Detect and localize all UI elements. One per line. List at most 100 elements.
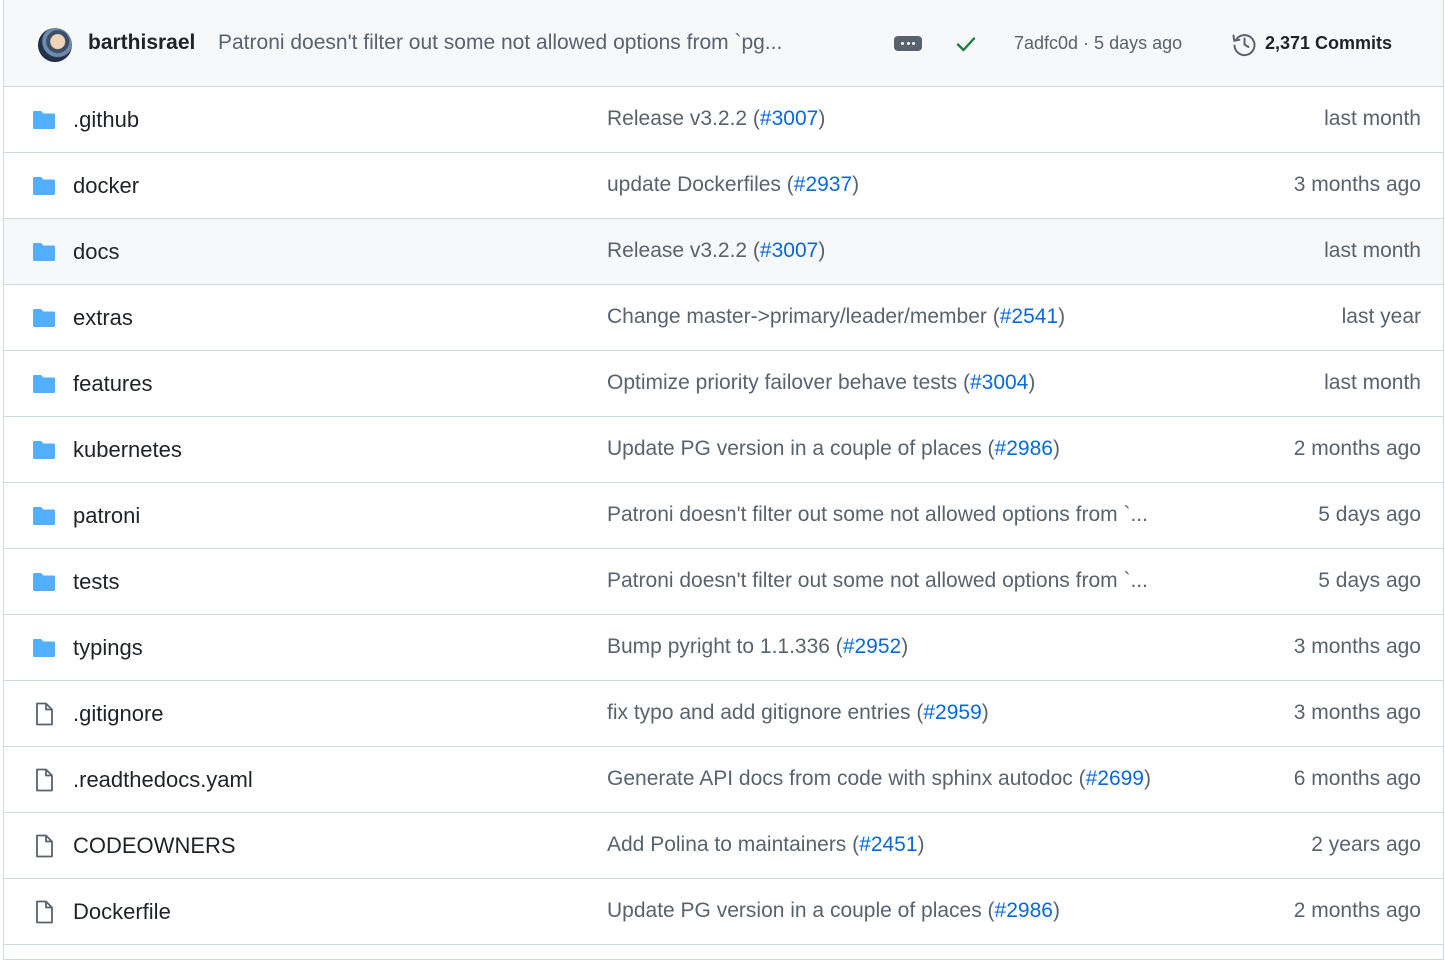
file-row-kubernetes[interactable]: kubernetes Update PG version in a couple… [4, 417, 1443, 483]
file-row-codeowners[interactable]: CODEOWNERS Add Polina to maintainers (#2… [4, 813, 1443, 879]
commit-message-tail: ) [1144, 767, 1151, 790]
file-name[interactable]: patroni [73, 503, 140, 529]
last-commit-message[interactable]: fix typo and add gitignore entries (#295… [607, 701, 989, 725]
last-commit-age: 3 months ago [1293, 173, 1421, 196]
file-row-docs[interactable]: docs Release v3.2.2 (#3007) last month [4, 219, 1443, 285]
commit-author[interactable]: barthisrael [88, 31, 195, 55]
latest-commit-message[interactable]: Patroni doesn't filter out some not allo… [218, 31, 868, 55]
commit-message-text[interactable]: Optimize priority failover behave tests … [607, 371, 970, 394]
file-row-github[interactable]: .github Release v3.2.2 (#3007) last mont… [4, 87, 1443, 153]
last-commit-message[interactable]: Patroni doesn't filter out some not allo… [607, 503, 1148, 527]
file-name[interactable]: extras [73, 305, 133, 331]
latest-commit-bar: barthisrael Patroni doesn't filter out s… [4, 0, 1443, 87]
file-row-typings[interactable]: typings Bump pyright to 1.1.336 (#2952) … [4, 615, 1443, 681]
commit-message-tail: ) [818, 239, 826, 262]
commit-message-text[interactable]: Release v3.2.2 ( [607, 107, 760, 130]
commit-message-text[interactable]: Generate API docs from code with sphinx … [607, 767, 1086, 790]
last-commit-age: 3 months ago [1293, 635, 1421, 658]
pull-request-link[interactable]: #2541 [1000, 305, 1058, 328]
last-commit-message[interactable]: Add Polina to maintainers (#2451) [607, 833, 925, 857]
pull-request-link[interactable]: #3007 [760, 239, 818, 262]
last-commit-message[interactable]: update Dockerfiles (#2937) [607, 173, 859, 197]
last-commit-age: last year [1341, 305, 1421, 328]
last-commit-message[interactable]: Release v3.2.2 (#3007) [607, 107, 825, 131]
commit-message-tail: ) [818, 107, 826, 130]
file-name[interactable]: typings [73, 635, 143, 661]
file-row-gitignore[interactable]: .gitignore fix typo and add gitignore en… [4, 681, 1443, 747]
last-commit-message[interactable]: Patroni doesn't filter out some not allo… [607, 569, 1148, 593]
last-commit-age: 5 days ago [1318, 569, 1421, 592]
last-commit-message[interactable]: Update PG version in a couple of places … [607, 437, 1060, 461]
file-row-dockerfile[interactable]: Dockerfile Update PG version in a couple… [4, 879, 1443, 945]
last-commit-age: 5 days ago [1318, 503, 1421, 526]
commit-sha-and-date[interactable]: 7adfc0d · 5 days ago [1014, 33, 1182, 54]
last-commit-age: 2 months ago [1293, 899, 1421, 922]
file-icon [36, 702, 53, 726]
last-commit-message[interactable]: Update PG version in a couple of places … [607, 899, 1060, 923]
history-icon[interactable] [1230, 30, 1258, 58]
last-commit-message[interactable]: Generate API docs from code with sphinx … [607, 767, 1151, 791]
pull-request-link[interactable]: #3004 [970, 371, 1028, 394]
pull-request-link[interactable]: #2986 [995, 899, 1053, 922]
commit-message-tail: ) [1058, 305, 1066, 328]
pull-request-link[interactable]: #2451 [859, 833, 917, 856]
last-commit-age: 3 months ago [1293, 701, 1421, 724]
file-row-extras[interactable]: extras Change master->primary/leader/mem… [4, 285, 1443, 351]
commit-message-tail: ) [901, 635, 909, 658]
folder-icon [33, 441, 55, 459]
last-commit-age: 2 years ago [1311, 833, 1421, 856]
commits-count-link[interactable]: 2,371 Commits [1265, 33, 1392, 54]
commit-message-text[interactable]: Update PG version in a couple of places … [607, 437, 995, 460]
file-row-patroni[interactable]: patroni Patroni doesn't filter out some … [4, 483, 1443, 549]
file-name[interactable]: tests [73, 569, 119, 595]
file-name[interactable]: features [73, 371, 153, 397]
commit-message-text[interactable]: Patroni doesn't filter out some not allo… [607, 569, 1148, 592]
commit-message-text[interactable]: Update PG version in a couple of places … [607, 899, 995, 922]
commit-message-text[interactable]: fix typo and add gitignore entries ( [607, 701, 923, 724]
last-commit-message[interactable]: Release v3.2.2 (#3007) [607, 239, 825, 263]
file-name[interactable]: Dockerfile [73, 899, 171, 925]
commit-message-text[interactable]: Patroni doesn't filter out some not allo… [607, 503, 1148, 526]
file-name[interactable]: .gitignore [73, 701, 164, 727]
pull-request-link[interactable]: #3007 [760, 107, 818, 130]
file-name[interactable]: .github [73, 107, 139, 133]
file-row-docker[interactable]: docker update Dockerfiles (#2937) 3 mont… [4, 153, 1443, 219]
last-commit-message[interactable]: Bump pyright to 1.1.336 (#2952) [607, 635, 908, 659]
folder-icon [33, 639, 55, 657]
folder-icon [33, 243, 55, 261]
last-commit-message[interactable]: Change master->primary/leader/member (#2… [607, 305, 1065, 329]
last-commit-message[interactable]: Optimize priority failover behave tests … [607, 371, 1035, 395]
avatar[interactable] [38, 28, 72, 62]
last-commit-age: last month [1324, 107, 1421, 130]
file-name[interactable]: docker [73, 173, 139, 199]
check-icon[interactable] [954, 32, 978, 56]
file-row-tests[interactable]: tests Patroni doesn't filter out some no… [4, 549, 1443, 615]
commit-message-tail: ) [1052, 437, 1060, 460]
commit-message-text[interactable]: Release v3.2.2 ( [607, 239, 760, 262]
commit-message-text[interactable]: Add Polina to maintainers ( [607, 833, 859, 856]
commit-message-tail: ) [852, 173, 860, 196]
last-commit-age: last month [1324, 371, 1421, 394]
expand-commit-message-button[interactable] [894, 36, 922, 51]
pull-request-link[interactable]: #2952 [843, 635, 901, 658]
last-commit-age: last month [1324, 239, 1421, 262]
file-icon [36, 768, 53, 792]
commit-message-text[interactable]: Bump pyright to 1.1.336 ( [607, 635, 843, 658]
commit-message-text[interactable]: update Dockerfiles ( [607, 173, 794, 196]
file-row-readthedocs-yaml[interactable]: .readthedocs.yaml Generate API docs from… [4, 747, 1443, 813]
file-name[interactable]: docs [73, 239, 119, 265]
file-icon [36, 834, 53, 858]
file-browser: barthisrael Patroni doesn't filter out s… [3, 0, 1444, 960]
commit-message-text[interactable]: Change master->primary/leader/member ( [607, 305, 1000, 328]
pull-request-link[interactable]: #2937 [794, 173, 852, 196]
file-icon [36, 900, 53, 924]
last-commit-age: 2 months ago [1293, 437, 1421, 460]
file-row-features[interactable]: features Optimize priority failover beha… [4, 351, 1443, 417]
commit-message-tail: ) [981, 701, 989, 724]
pull-request-link[interactable]: #2959 [923, 701, 981, 724]
pull-request-link[interactable]: #2986 [995, 437, 1053, 460]
file-name[interactable]: .readthedocs.yaml [73, 767, 253, 793]
file-name[interactable]: CODEOWNERS [73, 833, 236, 859]
file-name[interactable]: kubernetes [73, 437, 182, 463]
pull-request-link[interactable]: #2699 [1086, 767, 1144, 790]
